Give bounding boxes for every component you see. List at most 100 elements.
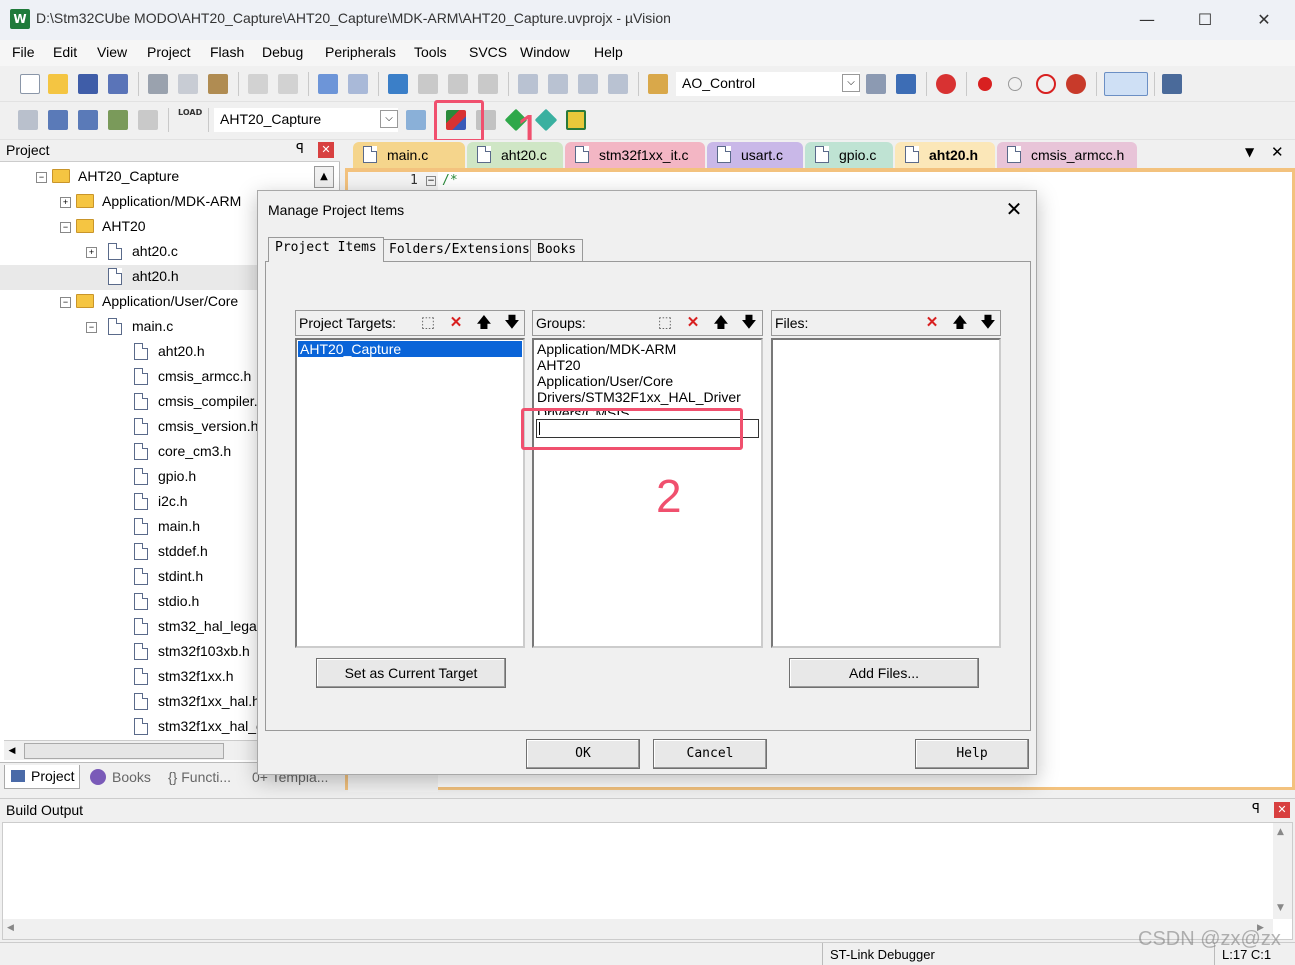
scroll-up-icon[interactable]: ▲ — [1277, 827, 1284, 837]
collapse-icon[interactable]: − — [60, 297, 71, 308]
breakpoint-icon[interactable] — [978, 77, 992, 91]
editor-tab-aht20-h[interactable]: aht20.h — [895, 142, 995, 168]
close-window-button[interactable]: ✕ — [1235, 0, 1293, 40]
vertical-scrollbar[interactable]: ▲ ▼ — [1273, 823, 1292, 919]
group-item[interactable]: Drivers/STM32F1xx_HAL_Driver — [537, 389, 741, 405]
menu-svcs[interactable]: SVCS — [469, 44, 507, 60]
configure-icon[interactable] — [1162, 74, 1182, 94]
group-item[interactable]: Application/MDK-ARM — [537, 341, 676, 357]
next-bookmark-icon[interactable] — [448, 74, 468, 94]
unindent-icon[interactable] — [548, 74, 568, 94]
move-group-up-icon[interactable]: 🡅 — [711, 313, 731, 333]
menu-peripherals[interactable]: Peripherals — [325, 44, 396, 60]
horizontal-scrollbar[interactable]: ◀ ▶ — [3, 919, 1273, 939]
help-button[interactable]: Help — [915, 739, 1029, 769]
pin-icon[interactable]: ꟼ — [296, 142, 304, 157]
move-file-up-icon[interactable]: 🡅 — [950, 313, 970, 333]
paste-icon[interactable] — [208, 74, 228, 94]
new-group-icon[interactable]: ⬚ — [655, 313, 675, 333]
editor-tab-cmsis-armcc-h[interactable]: cmsis_armcc.h — [997, 142, 1137, 168]
uncomment-icon[interactable] — [608, 74, 628, 94]
group-item[interactable]: AHT20 — [537, 357, 581, 373]
fold-icon[interactable]: − — [426, 176, 436, 186]
scroll-up-button[interactable]: ▲ — [314, 166, 334, 188]
editor-tab-aht20-c[interactable]: aht20.c — [467, 142, 563, 168]
delete-group-icon[interactable]: ✕ — [683, 313, 703, 333]
chevron-down-icon[interactable]: ⌵ — [380, 110, 398, 128]
tab-functions[interactable]: {} Functi... — [168, 769, 231, 785]
delete-file-icon[interactable]: ✕ — [922, 313, 942, 333]
cut-icon[interactable] — [148, 74, 168, 94]
open-file-icon[interactable] — [48, 74, 68, 94]
targets-list[interactable]: AHT20_Capture — [295, 338, 525, 648]
target-options-icon[interactable] — [406, 110, 426, 130]
pin-icon[interactable]: ꟼ — [1252, 802, 1260, 817]
menu-window[interactable]: Window — [520, 44, 570, 60]
indent-icon[interactable] — [518, 74, 538, 94]
target-combo[interactable]: AHT20_Capture ⌵ — [214, 108, 398, 132]
tree-item[interactable]: − AHT20_Capture — [0, 165, 312, 190]
incremental-find-icon[interactable] — [866, 74, 886, 94]
menu-debug[interactable]: Debug — [262, 44, 303, 60]
translate-icon[interactable] — [18, 110, 38, 130]
move-file-down-icon[interactable]: 🡇 — [978, 313, 998, 333]
cancel-button[interactable]: Cancel — [653, 739, 767, 769]
menu-project[interactable]: Project — [147, 44, 191, 60]
new-target-icon[interactable]: ⬚ — [418, 313, 438, 333]
menu-help[interactable]: Help — [594, 44, 623, 60]
move-group-down-icon[interactable]: 🡇 — [739, 313, 759, 333]
maximize-button[interactable]: ☐ — [1176, 0, 1234, 40]
navigate-back-icon[interactable] — [318, 74, 338, 94]
scroll-down-icon[interactable]: ▼ — [1277, 903, 1284, 913]
save-icon[interactable] — [78, 74, 98, 94]
ok-button[interactable]: OK — [526, 739, 640, 769]
build-output-area[interactable]: ▲ ▼ ◀ ▶ — [2, 822, 1293, 940]
editor-tab-usart-c[interactable]: usart.c — [707, 142, 803, 168]
add-files-button[interactable]: Add Files... — [789, 658, 979, 688]
find-in-files-icon[interactable] — [648, 74, 668, 94]
groups-list[interactable]: Application/MDK-ARM AHT20 Application/Us… — [532, 338, 763, 648]
tab-books[interactable]: Books — [530, 239, 584, 261]
scroll-left-icon[interactable]: ◀ — [7, 923, 14, 933]
tab-list-dropdown-icon[interactable]: ▼ — [1245, 145, 1254, 159]
save-all-icon[interactable] — [108, 74, 128, 94]
editor-tab-main-c[interactable]: main.c — [353, 142, 465, 168]
clear-bookmarks-icon[interactable] — [478, 74, 498, 94]
expand-icon[interactable]: + — [86, 247, 97, 258]
collapse-icon[interactable]: − — [36, 172, 47, 183]
collapse-icon[interactable]: − — [60, 222, 71, 233]
kill-breakpoints-icon[interactable] — [1066, 74, 1086, 94]
move-target-down-icon[interactable]: 🡇 — [502, 313, 522, 333]
bookmark-icon[interactable] — [388, 74, 408, 94]
find-replace-icon[interactable] — [896, 74, 916, 94]
download-icon[interactable]: LOAD — [178, 108, 202, 132]
tab-books[interactable]: Books — [112, 769, 151, 785]
prev-bookmark-icon[interactable] — [418, 74, 438, 94]
disable-breakpoint-icon[interactable] — [1008, 77, 1022, 91]
debug-session-icon[interactable] — [936, 74, 956, 94]
new-file-icon[interactable] — [20, 74, 40, 94]
copy-icon[interactable] — [178, 74, 198, 94]
close-icon[interactable]: ✕ — [1274, 802, 1290, 818]
move-target-up-icon[interactable]: 🡅 — [474, 313, 494, 333]
collapse-icon[interactable]: − — [86, 322, 97, 333]
files-list[interactable] — [771, 338, 1001, 648]
find-combo[interactable]: AO_Control ⌵ — [676, 72, 860, 96]
comment-icon[interactable] — [578, 74, 598, 94]
scroll-thumb[interactable] — [24, 743, 224, 759]
chevron-down-icon[interactable]: ⌵ — [842, 74, 860, 92]
disable-all-breakpoints-icon[interactable] — [1036, 74, 1056, 94]
redo-icon[interactable] — [278, 74, 298, 94]
editor-tab-gpio-c[interactable]: gpio.c — [805, 142, 893, 168]
build-icon[interactable] — [48, 110, 68, 130]
menu-flash[interactable]: Flash — [210, 44, 244, 60]
navigate-forward-icon[interactable] — [348, 74, 368, 94]
menu-file[interactable]: File — [12, 44, 35, 60]
tab-folders-extensions[interactable]: Folders/Extensions — [382, 239, 537, 261]
expand-icon[interactable]: + — [60, 197, 71, 208]
dialog-close-button[interactable]: ✕ — [1002, 197, 1026, 221]
group-item[interactable]: Application/User/Core — [537, 373, 673, 389]
minimize-button[interactable]: — — [1118, 0, 1176, 40]
menu-view[interactable]: View — [97, 44, 127, 60]
target-item-selected[interactable]: AHT20_Capture — [298, 341, 522, 357]
